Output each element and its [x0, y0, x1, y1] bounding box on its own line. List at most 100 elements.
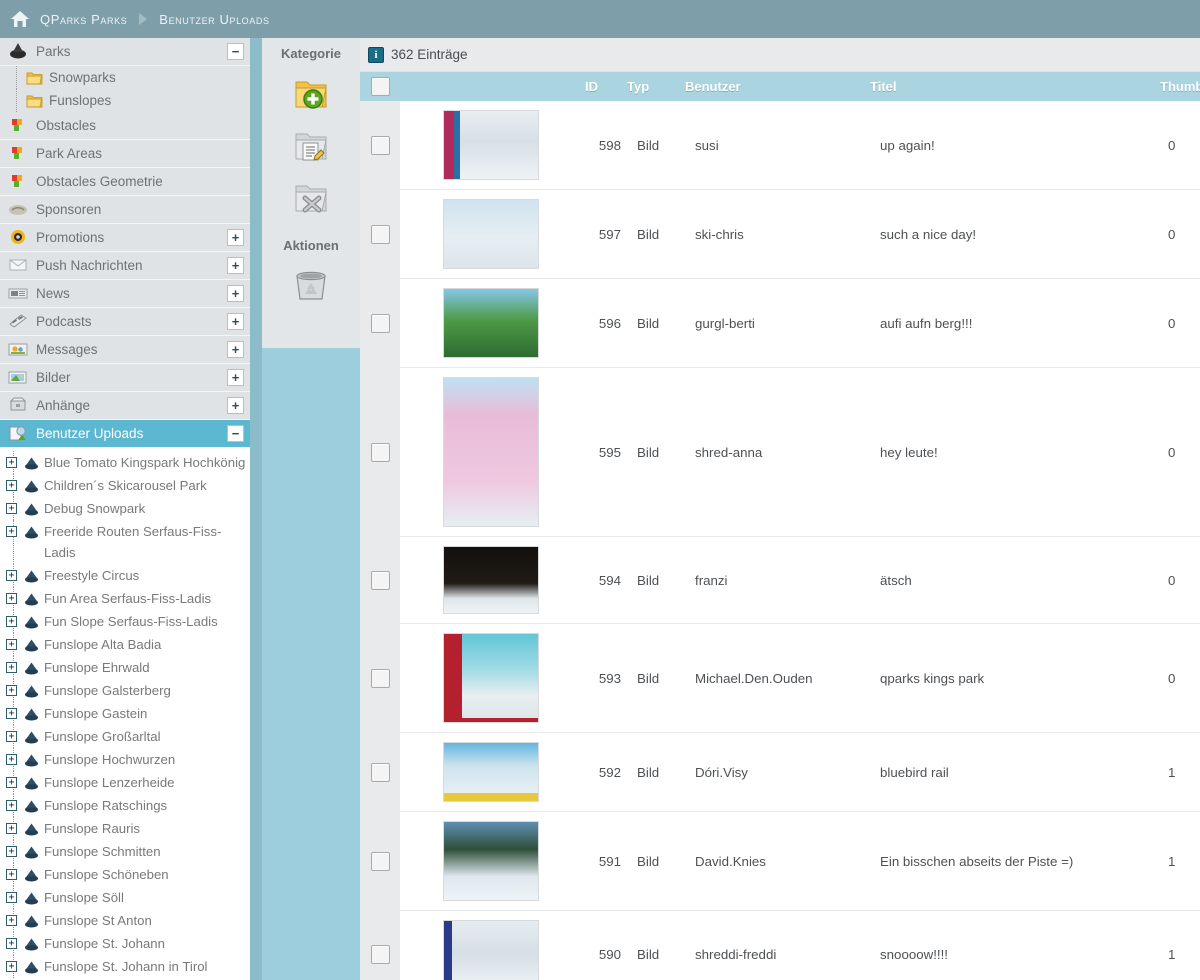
tree-expand-icon[interactable]: + [6, 593, 17, 604]
expand-toggle[interactable]: + [227, 285, 244, 302]
tree-expand-icon[interactable]: + [6, 731, 17, 742]
sidebar-item-messages[interactable]: Messages + [0, 336, 250, 364]
sidebar-item-benutzer-uploads[interactable]: Benutzer Uploads − [0, 420, 250, 448]
tree-item-funslope-ratschings[interactable]: + Funslope Ratschings [0, 794, 250, 817]
select-all-checkbox[interactable] [370, 77, 390, 96]
tree-item-funslope-rauris[interactable]: + Funslope Rauris [0, 817, 250, 840]
sidebar-item-obstacles-geometrie[interactable]: Obstacles Geometrie [0, 168, 250, 196]
home-icon[interactable] [10, 10, 30, 28]
column-id[interactable]: ID [585, 72, 627, 101]
tree-item-children-s-skicarousel-park[interactable]: + Children´s Skicarousel Park [0, 474, 250, 497]
row-select-cell[interactable] [360, 189, 400, 279]
row-checkbox[interactable] [370, 851, 390, 871]
tree-expand-icon[interactable]: + [6, 616, 17, 627]
expand-toggle[interactable]: + [227, 341, 244, 358]
expand-toggle[interactable]: + [227, 313, 244, 330]
row-checkbox[interactable] [370, 224, 390, 244]
table-row[interactable]: 597 Bild ski-chris such a nice day! 0 [360, 189, 1200, 279]
sidebar-subitem-snowparks[interactable]: Snowparks [0, 66, 250, 89]
column-titel[interactable]: Titel [870, 72, 1160, 101]
table-row[interactable]: 593 Bild Michael.Den.Ouden qparks kings par… [360, 623, 1200, 733]
tree-expand-icon[interactable]: + [6, 800, 17, 811]
thumbnail-image[interactable] [443, 288, 539, 358]
row-thumbnail-cell[interactable] [400, 623, 585, 733]
sidebar-item-promotions[interactable]: Promotions + [0, 224, 250, 252]
table-row[interactable]: 591 Bild David.Knies Ein bisschen abseits d… [360, 811, 1200, 911]
sidebar-item-sponsoren[interactable]: Sponsoren [0, 196, 250, 224]
add-category-button[interactable] [262, 67, 360, 119]
sidebar-subitem-funslopes[interactable]: Funslopes [0, 89, 250, 112]
recycle-bin-button[interactable] [262, 259, 360, 311]
tree-expand-icon[interactable]: + [6, 892, 17, 903]
table-row[interactable]: 596 Bild gurgl-berti aufi aufn berg!!! 0 [360, 278, 1200, 368]
row-thumbnail-cell[interactable] [400, 536, 585, 624]
tree-expand-icon[interactable]: + [6, 480, 17, 491]
sidebar-item-obstacles[interactable]: Obstacles [0, 112, 250, 140]
row-select-cell[interactable] [360, 536, 400, 624]
table-row[interactable]: 592 Bild Dóri.Visy bluebird rail 1 [360, 732, 1200, 812]
tree-expand-icon[interactable]: + [6, 570, 17, 581]
tree-item-freestyle-circus[interactable]: + Freestyle Circus [0, 564, 250, 587]
tree-expand-icon[interactable]: + [6, 823, 17, 834]
column-benutzer[interactable]: Benutzer [685, 72, 870, 101]
tree-item-fun-slope-serfaus-fiss-ladis[interactable]: + Fun Slope Serfaus-Fiss-Ladis [0, 610, 250, 633]
row-checkbox[interactable] [370, 313, 390, 333]
table-row[interactable]: 594 Bild franzi ätsch 0 [360, 536, 1200, 624]
row-thumbnail-cell[interactable] [400, 278, 585, 368]
tree-expand-icon[interactable]: + [6, 685, 17, 696]
tree-item-blue-tomato-kingspark-hochk-nig[interactable]: + Blue Tomato Kingspark Hochkönig [0, 451, 250, 474]
row-checkbox[interactable] [370, 442, 390, 462]
delete-category-button[interactable] [262, 171, 360, 223]
sidebar-item-news[interactable]: News + [0, 280, 250, 308]
tree-expand-icon[interactable]: + [6, 777, 17, 788]
row-checkbox[interactable] [370, 668, 390, 688]
sidebar-item-anh-nge[interactable]: Anhänge + [0, 392, 250, 420]
expand-toggle[interactable]: + [227, 257, 244, 274]
select-all-header[interactable] [360, 72, 400, 101]
tree-item-funslope-lenzerheide[interactable]: + Funslope Lenzerheide [0, 771, 250, 794]
tree-item-funslope-gro-arltal[interactable]: + Funslope Großarltal [0, 725, 250, 748]
column-thumbsup[interactable]: ThumbsUp [1160, 72, 1200, 101]
row-select-cell[interactable] [360, 623, 400, 733]
expand-toggle[interactable]: + [227, 229, 244, 246]
row-checkbox[interactable] [370, 570, 390, 590]
table-row[interactable]: 598 Bild susi up again! 0 [360, 101, 1200, 190]
sidebar-item-podcasts[interactable]: Podcasts + [0, 308, 250, 336]
expand-toggle[interactable]: + [227, 369, 244, 386]
edit-category-button[interactable] [262, 119, 360, 171]
thumbnail-image[interactable] [443, 110, 539, 180]
row-thumbnail-cell[interactable] [400, 101, 585, 190]
tree-expand-icon[interactable]: + [6, 846, 17, 857]
tree-expand-icon[interactable]: + [6, 754, 17, 765]
row-checkbox[interactable] [370, 762, 390, 782]
row-select-cell[interactable] [360, 811, 400, 911]
tree-expand-icon[interactable]: + [6, 526, 17, 537]
tree-item-funslope-sch-neben[interactable]: + Funslope Schöneben [0, 863, 250, 886]
tree-item-funslope-s-ll[interactable]: + Funslope Söll [0, 886, 250, 909]
sidebar-item-push-nachrichten[interactable]: Push Nachrichten + [0, 252, 250, 280]
tree-expand-icon[interactable]: + [6, 961, 17, 972]
tree-item-funslope-alta-badia[interactable]: + Funslope Alta Badia [0, 633, 250, 656]
tree-expand-icon[interactable]: + [6, 869, 17, 880]
thumbnail-image[interactable] [443, 633, 539, 723]
thumbnail-image[interactable] [443, 821, 539, 901]
tree-item-funslope-gastein[interactable]: + Funslope Gastein [0, 702, 250, 725]
row-select-cell[interactable] [360, 367, 400, 537]
row-select-cell[interactable] [360, 278, 400, 368]
table-row[interactable]: 590 Bild shreddi-freddi snoooow!!!! 1 [360, 910, 1200, 980]
tree-item-funslope-galsterberg[interactable]: + Funslope Galsterberg [0, 679, 250, 702]
row-thumbnail-cell[interactable] [400, 732, 585, 812]
thumbnail-image[interactable] [443, 377, 539, 527]
tree-item-funslope-st-johann[interactable]: + Funslope St. Johann [0, 932, 250, 955]
tree-expand-icon[interactable]: + [6, 708, 17, 719]
tree-expand-icon[interactable]: + [6, 503, 17, 514]
expand-toggle[interactable]: + [227, 397, 244, 414]
sidebar-header-parks[interactable]: Parks − [0, 38, 250, 66]
tree-item-funslope-st-anton[interactable]: + Funslope St Anton [0, 909, 250, 932]
column-typ[interactable]: Typ [627, 72, 685, 101]
row-thumbnail-cell[interactable] [400, 367, 585, 537]
row-select-cell[interactable] [360, 732, 400, 812]
sidebar-item-park-areas[interactable]: Park Areas [0, 140, 250, 168]
row-thumbnail-cell[interactable] [400, 910, 585, 980]
row-thumbnail-cell[interactable] [400, 189, 585, 279]
